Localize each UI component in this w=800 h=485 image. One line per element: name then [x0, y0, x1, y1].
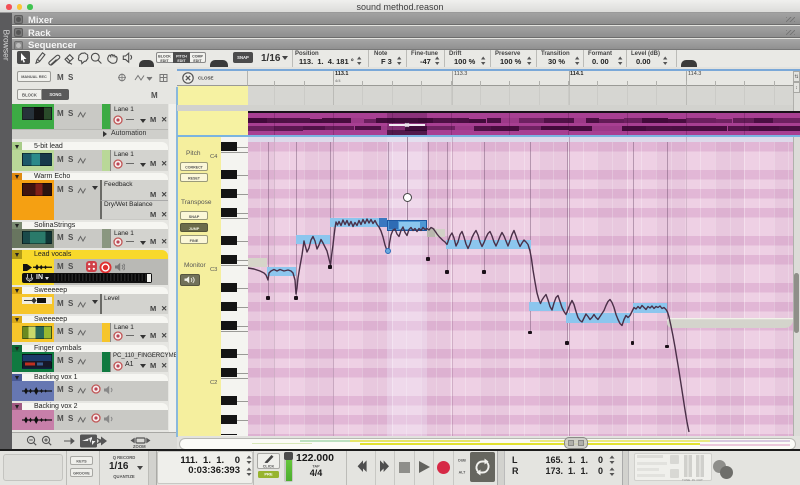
svg-text:ZOOM: ZOOM [133, 444, 146, 448]
svg-text:TUNE IN OUT: TUNE IN OUT [682, 478, 703, 481]
